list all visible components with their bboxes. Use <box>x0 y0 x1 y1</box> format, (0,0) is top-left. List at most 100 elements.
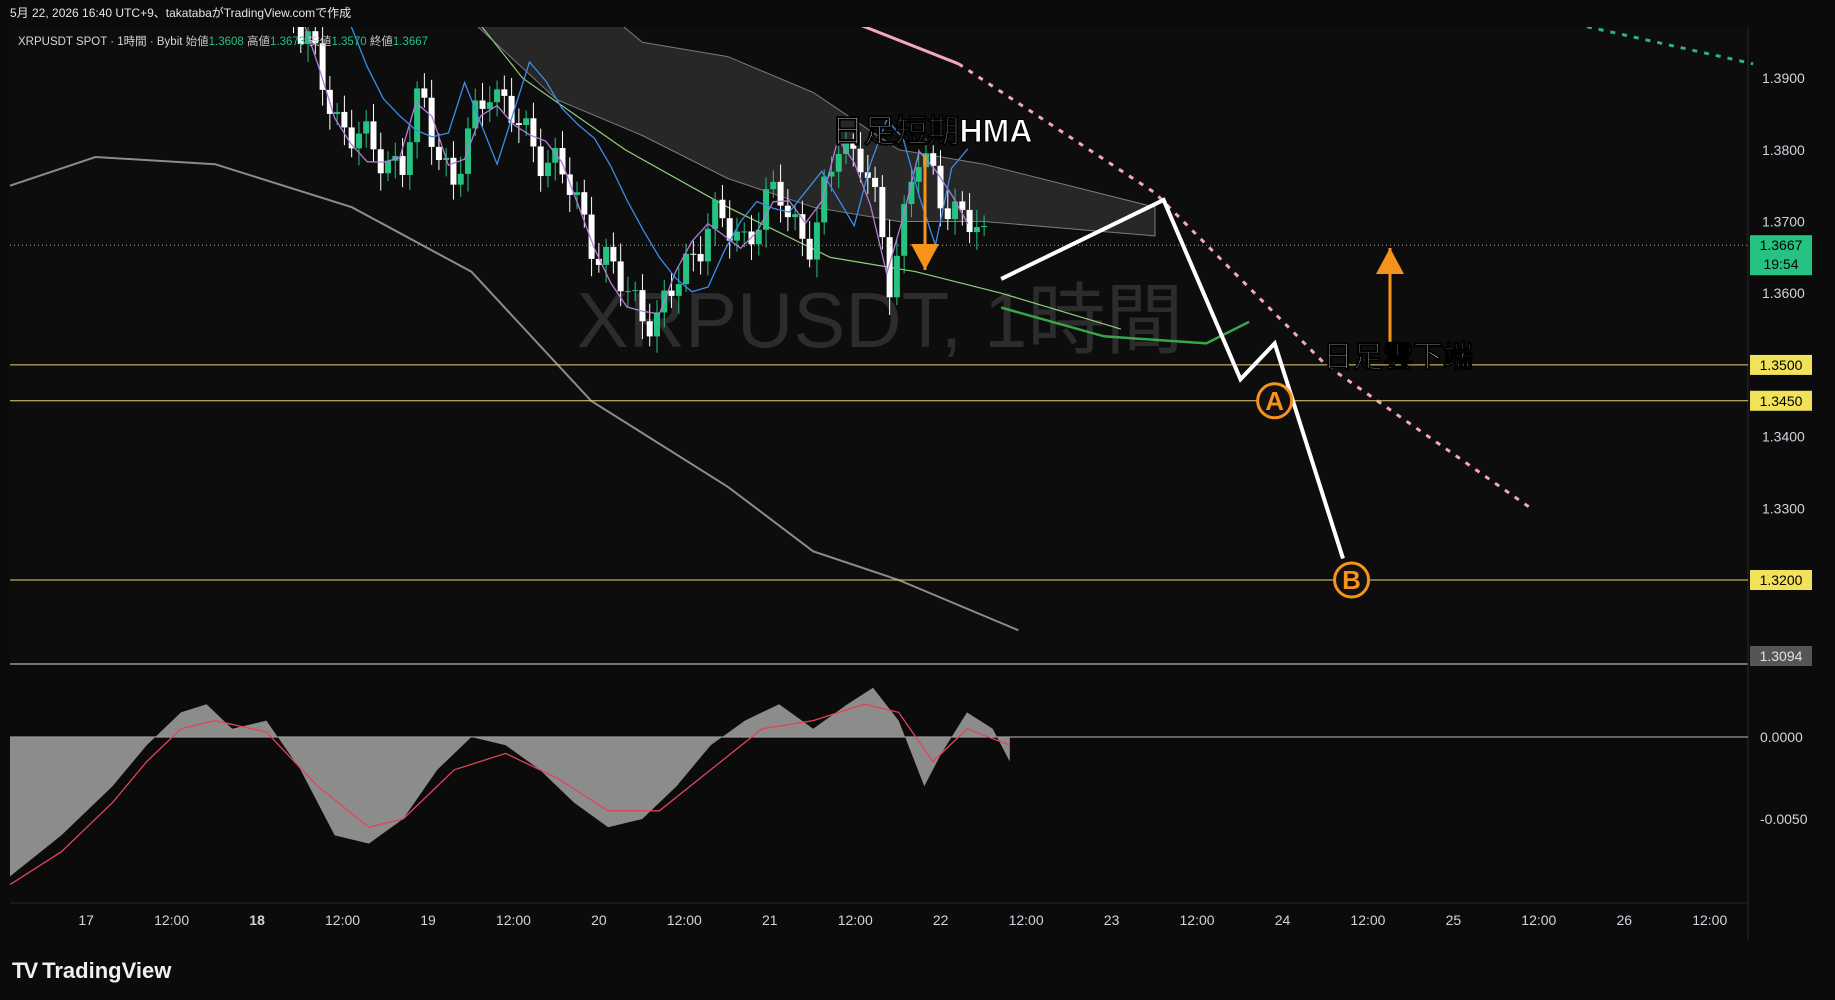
x-tick-label: 24 <box>1275 912 1291 928</box>
candle-body <box>341 111 348 128</box>
level-price-label: 1.3450 <box>1760 393 1803 409</box>
level-price-label: 1.3200 <box>1760 572 1803 588</box>
candle-body <box>697 253 704 262</box>
low-price-label: 1.3094 <box>1760 648 1803 664</box>
candle-body <box>835 153 842 172</box>
x-tick-label: 17 <box>78 912 94 928</box>
oscillator-y-tick: 0.0000 <box>1760 729 1803 745</box>
x-tick-label: 12:00 <box>1521 912 1556 928</box>
candle-body <box>675 284 682 296</box>
candle-body <box>399 156 406 176</box>
candle-body <box>639 290 646 322</box>
candle-body <box>624 291 631 293</box>
candle-body <box>523 118 530 126</box>
candle-body <box>704 228 711 262</box>
candle-body <box>872 177 879 188</box>
candle-body <box>792 214 799 218</box>
candle-body <box>377 149 384 174</box>
candle-body <box>712 199 719 229</box>
x-tick-label: 19 <box>420 912 436 928</box>
candle-body <box>763 189 770 230</box>
hma-annotation: 日足短期HMA <box>832 113 1033 149</box>
legend-symbol: XRPUSDT SPOT · 1時間 · Bybit <box>18 36 183 48</box>
candle-body <box>355 133 362 149</box>
candle-body <box>610 246 617 262</box>
candle-body <box>603 246 610 265</box>
legend-open: 1.3608 <box>208 36 244 48</box>
candle-body <box>414 88 421 143</box>
point-b-label: B <box>1342 565 1361 595</box>
x-tick-label: 20 <box>591 912 607 928</box>
candle-body <box>537 146 544 177</box>
candle-body <box>690 253 697 255</box>
x-tick-label: 25 <box>1446 912 1462 928</box>
candle-body <box>406 142 413 176</box>
x-tick-label: 12:00 <box>496 912 531 928</box>
candle-body <box>973 227 980 233</box>
x-tick-label: 18 <box>249 912 265 928</box>
chart-caption: 5月 22, 2026 16:40 UTC+9、takatabaがTrading… <box>0 0 1835 27</box>
candle-body <box>515 123 522 126</box>
legend-high: 1.3673 <box>270 36 306 48</box>
candle-body <box>857 148 864 173</box>
x-tick-label: 12:00 <box>325 912 360 928</box>
candle-body <box>741 231 748 233</box>
candle-body <box>893 255 900 298</box>
legend-close-label: 終値 <box>369 36 393 48</box>
y-tick-label: 1.3700 <box>1762 214 1805 230</box>
x-tick-label: 12:00 <box>838 912 873 928</box>
y-tick-label: 1.3900 <box>1762 70 1805 86</box>
candle-body <box>479 100 486 109</box>
x-tick-label: 26 <box>1616 912 1632 928</box>
candle-body <box>886 237 893 298</box>
legend-low: 1.3570 <box>331 36 367 48</box>
candle-body <box>435 146 442 161</box>
y-tick-label: 1.3600 <box>1762 285 1805 301</box>
candle-body <box>494 89 501 103</box>
current-price-label: 1.3667 <box>1760 237 1803 253</box>
candle-body <box>632 290 639 292</box>
candle-body <box>944 208 951 219</box>
brand-name: TradingView <box>42 958 172 983</box>
legend-low-label: 安値 <box>308 36 332 48</box>
x-tick-label: 12:00 <box>667 912 702 928</box>
point-a-label: A <box>1265 386 1284 416</box>
candle-body <box>421 88 428 98</box>
x-tick-label: 22 <box>933 912 949 928</box>
candle-body <box>363 121 370 134</box>
candle-body <box>879 187 886 238</box>
candle-body <box>668 290 675 296</box>
candle-body <box>581 192 588 215</box>
bar-countdown-label: 19:54 <box>1763 256 1798 272</box>
candle-body <box>915 167 922 182</box>
y-tick-label: 1.3300 <box>1762 500 1805 516</box>
symbol-legend: XRPUSDT SPOT · 1時間 · Bybit 始値1.3608 高値1.… <box>18 33 428 49</box>
x-tick-label: 12:00 <box>1180 912 1215 928</box>
x-tick-label: 12:00 <box>1009 912 1044 928</box>
candle-body <box>683 253 690 285</box>
candle-body <box>937 165 944 209</box>
y-tick-label: 1.3400 <box>1762 429 1805 445</box>
candle-body <box>617 261 624 292</box>
candle-body <box>770 181 777 190</box>
tradingview-logo[interactable]: TV TradingView <box>12 958 171 984</box>
x-tick-label: 21 <box>762 912 778 928</box>
candle-body <box>319 43 326 90</box>
candle-body <box>457 173 464 185</box>
candle-body <box>530 118 537 147</box>
footer-bar: TV TradingView <box>0 940 1835 1000</box>
x-tick-label: 12:00 <box>154 912 189 928</box>
cloud-annotation: 日足雲下端 <box>1323 341 1473 374</box>
candle-body <box>486 102 493 109</box>
x-tick-label: 23 <box>1104 912 1120 928</box>
candle-body <box>653 312 660 337</box>
candle-body <box>719 199 726 219</box>
price-chart[interactable]: XRPUSDT, 1時間1.45001.44001.43001.42001.41… <box>0 27 1835 940</box>
y-tick-label: 1.3800 <box>1762 142 1805 158</box>
candle-body <box>813 222 820 260</box>
oscillator-y-tick: -0.0050 <box>1760 811 1808 827</box>
candle-body <box>370 121 377 150</box>
legend-close: 1.3667 <box>392 36 429 48</box>
legend-high-label: 高値 <box>247 36 271 48</box>
candle-body <box>385 160 392 174</box>
